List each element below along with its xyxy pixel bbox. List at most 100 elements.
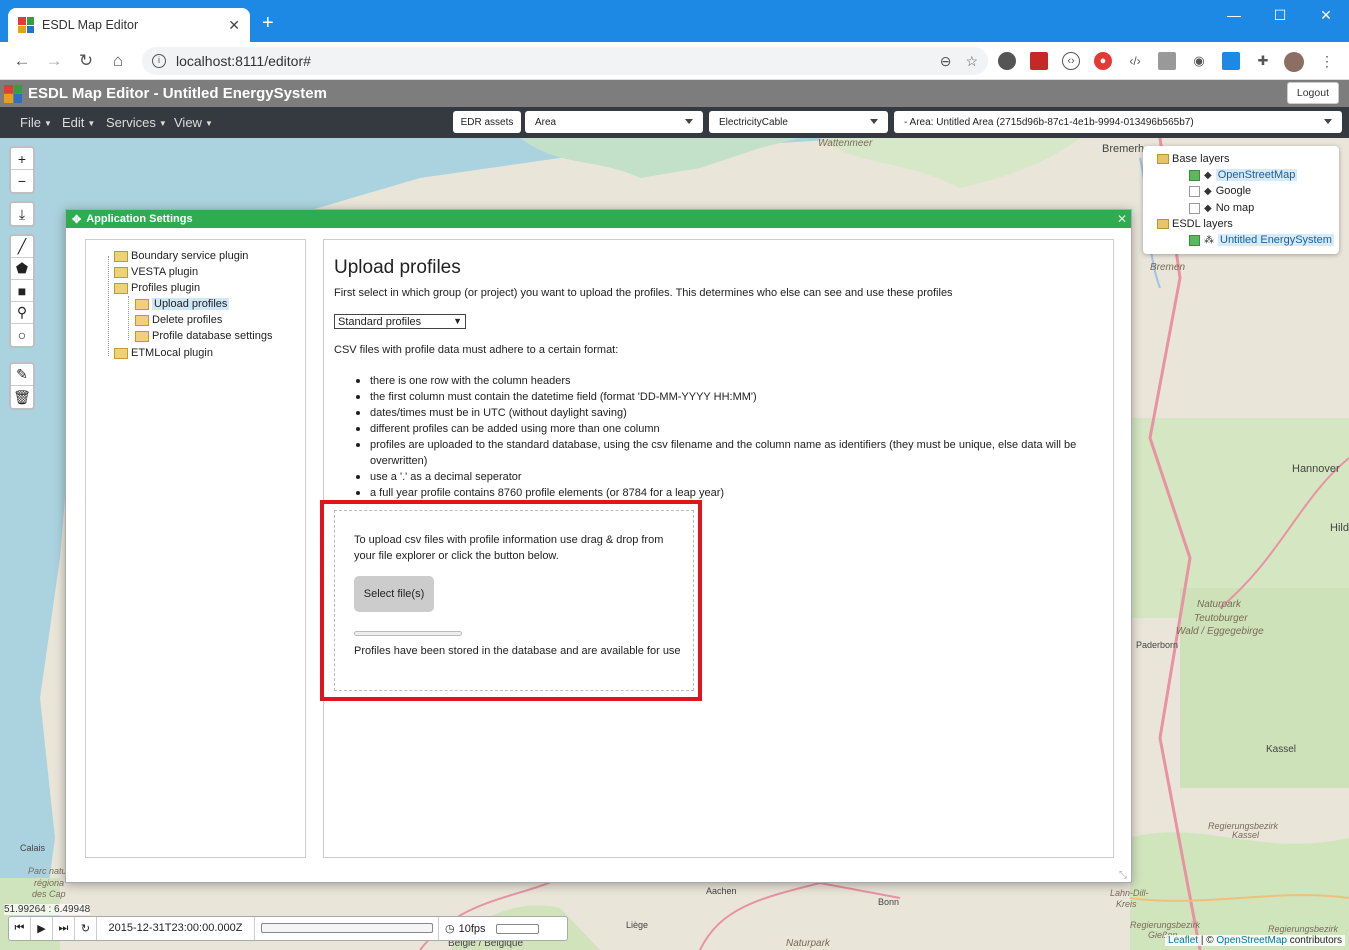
browser-tab[interactable]: ESDL Map Editor ✕ <box>8 8 250 42</box>
layer-item-google[interactable]: ◆ Google <box>1189 185 1251 197</box>
checkbox[interactable] <box>1189 185 1200 197</box>
checkbox-checked[interactable] <box>1189 169 1200 181</box>
asset-select[interactable]: ElectricityCable <box>709 111 888 133</box>
leaflet-link[interactable]: Leaflet <box>1168 935 1198 946</box>
group-select[interactable]: Standard profiles ▼ <box>334 314 466 329</box>
folder-icon <box>1157 154 1169 164</box>
new-tab-button[interactable]: + <box>262 12 274 35</box>
menu-edit[interactable]: Edit ▼ <box>62 115 95 130</box>
browser-tab-bar: ESDL Map Editor ✕ + — ☐ ✕ <box>0 0 1349 42</box>
back-icon[interactable]: ← <box>6 51 38 71</box>
menu-file[interactable]: File ▼ <box>20 115 52 130</box>
attribution-text: contributors <box>1286 935 1342 946</box>
select-files-button[interactable]: Select file(s) <box>354 576 434 612</box>
logout-button[interactable]: Logout <box>1286 82 1339 104</box>
draw-polygon-icon[interactable]: ⬟ <box>11 258 33 280</box>
layer-label: OpenStreetMap <box>1215 169 1298 181</box>
loop-icon[interactable]: ↻ <box>75 917 97 940</box>
layer-item-no-map[interactable]: ◆ No map <box>1189 202 1254 214</box>
time-slider[interactable] <box>255 917 439 940</box>
zoom-control: + − <box>9 146 35 194</box>
skip-back-icon[interactable]: ⏮ <box>9 917 31 940</box>
draw-line-icon[interactable]: ╱ <box>11 236 33 258</box>
resize-handle-icon[interactable]: ⤡ <box>1119 870 1129 881</box>
attribution-separator: | © <box>1198 935 1217 946</box>
fps-label: 10fps <box>458 922 486 935</box>
move-icon[interactable]: ✥ <box>72 213 81 226</box>
puzzle-icon[interactable]: ✚ <box>1254 52 1272 70</box>
windows-icon[interactable] <box>1222 52 1240 70</box>
minimize-button[interactable]: — <box>1211 0 1257 30</box>
tree-item-label: ETMLocal plugin <box>131 347 213 359</box>
map-label: Naturpark <box>786 938 830 949</box>
layer-group-label: ESDL layers <box>1172 218 1233 230</box>
zoom-out-button[interactable]: − <box>11 170 33 192</box>
area-select[interactable]: Area <box>525 111 703 133</box>
skip-forward-icon[interactable]: ⏭ <box>53 917 75 940</box>
menu-services[interactable]: Services ▼ <box>106 115 167 130</box>
info-icon[interactable]: i <box>152 54 166 68</box>
area-path-select[interactable]: - Area: Untitled Area (2715d96b-87c1-4e1… <box>894 111 1342 133</box>
extension-adblock-icon[interactable]: ● <box>1094 52 1112 70</box>
extension-flag-icon[interactable] <box>1030 52 1048 70</box>
esdl-logo-icon <box>4 84 22 103</box>
menu-view[interactable]: View ▼ <box>174 115 213 130</box>
upload-instructions: To upload csv files with profile informa… <box>354 534 664 562</box>
window-close-button[interactable]: ✕ <box>1303 0 1349 30</box>
draw-rectangle-icon[interactable]: ■ <box>11 280 33 302</box>
zoom-in-button[interactable]: + <box>11 148 33 170</box>
dialog-header[interactable]: ✥ Application Settings <box>66 210 1131 228</box>
tree-item-profile-db-settings[interactable]: Profile database settings <box>135 330 272 342</box>
omnibox[interactable]: i localhost:8111/editor# ⊖ ☆ <box>142 47 988 75</box>
extension-monitor-icon[interactable] <box>1158 52 1176 70</box>
download-icon[interactable]: ⤓ <box>11 203 33 225</box>
file-drop-zone[interactable]: To upload csv files with profile informa… <box>334 510 694 691</box>
tree-item-upload-profiles[interactable]: Upload profiles <box>135 298 230 310</box>
home-icon[interactable]: ⌂ <box>102 51 134 71</box>
fps-control[interactable]: ◷ 10fps <box>439 917 539 940</box>
mouse-coordinates: 51.99264 : 6.49948 <box>4 904 91 915</box>
extension-code-icon[interactable]: ‹/› <box>1126 52 1144 70</box>
reload-icon[interactable]: ↻ <box>70 51 102 71</box>
map-label: Bremen <box>1150 262 1186 273</box>
checkbox-checked[interactable] <box>1189 234 1200 246</box>
map-label: Aachen <box>706 886 737 896</box>
checkbox[interactable] <box>1189 202 1200 214</box>
forward-icon[interactable]: → <box>38 51 70 71</box>
fps-slider[interactable] <box>495 923 539 934</box>
play-icon[interactable]: ▶ <box>31 917 53 940</box>
camera-icon[interactable]: ◉ <box>1190 52 1208 70</box>
layer-item-openstreetmap[interactable]: ◆ OpenStreetMap <box>1189 169 1298 181</box>
kebab-menu-icon[interactable]: ⋮ <box>1318 52 1336 70</box>
upload-status-text: Profiles have been stored in the databas… <box>354 645 681 657</box>
zoom-icon[interactable]: ⊖ <box>940 53 952 70</box>
map-label: Paderborn <box>1136 640 1179 650</box>
profile-avatar[interactable] <box>1284 52 1304 72</box>
extension-braces-icon[interactable]: ‹› <box>1062 52 1080 70</box>
tree-item-etmlocal[interactable]: ETMLocal plugin <box>114 347 213 359</box>
time-slider-track[interactable] <box>261 923 433 933</box>
edr-assets-button[interactable]: EDR assets <box>453 111 521 133</box>
tree-item-vesta[interactable]: VESTA plugin <box>114 266 198 278</box>
folder-icon <box>135 298 149 310</box>
page-title: Upload profiles <box>334 257 461 278</box>
tab-close-icon[interactable]: ✕ <box>228 17 240 34</box>
extension-circle-icon[interactable] <box>998 52 1016 70</box>
maximize-button[interactable]: ☐ <box>1257 0 1303 30</box>
draw-circle-icon[interactable]: ○ <box>11 324 33 346</box>
bookmark-star-icon[interactable]: ☆ <box>965 53 978 70</box>
delete-layers-icon[interactable]: 🗑 <box>11 386 33 408</box>
layer-item-energysystem[interactable]: ⁂ Untitled EnergySystem <box>1189 234 1334 246</box>
edit-layers-icon[interactable]: ✎ <box>11 364 33 386</box>
tree-item-boundary-service[interactable]: Boundary service plugin <box>114 250 248 262</box>
url-text[interactable]: localhost:8111/editor# <box>176 53 926 69</box>
tree-item-delete-profiles[interactable]: Delete profiles <box>135 314 222 326</box>
tree-item-profiles-plugin[interactable]: Profiles plugin <box>114 282 200 294</box>
dialog-close-icon[interactable]: ✕ <box>1117 212 1127 226</box>
layer-group-base[interactable]: Base layers <box>1157 153 1229 165</box>
layer-group-esdl[interactable]: ESDL layers <box>1157 218 1233 230</box>
layers-icon: ◆ <box>1204 185 1212 197</box>
list-item: dates/times must be in UTC (without dayl… <box>354 405 1094 421</box>
osm-link[interactable]: OpenStreetMap <box>1216 935 1287 946</box>
draw-marker-icon[interactable]: ⚲ <box>11 302 33 324</box>
